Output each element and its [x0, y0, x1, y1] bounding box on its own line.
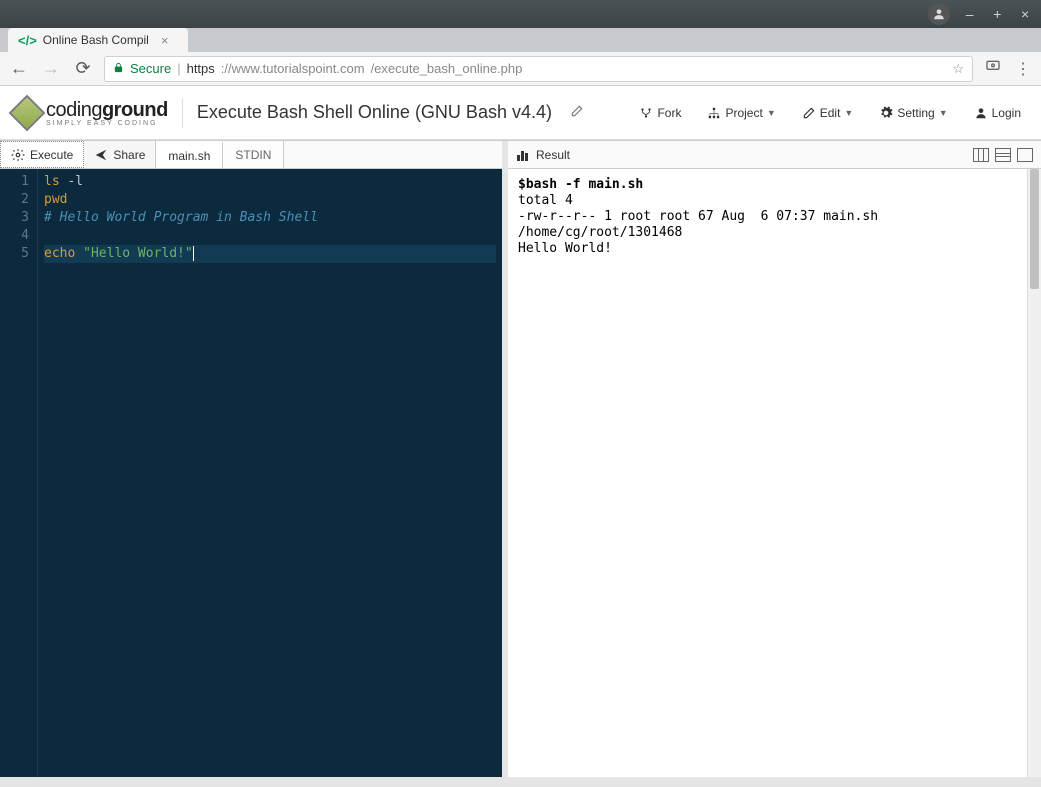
terminal-command: $bash -f main.sh — [518, 177, 1031, 193]
scrollbar[interactable] — [1027, 169, 1041, 777]
share-label: Share — [113, 148, 145, 162]
execute-label: Execute — [30, 148, 73, 162]
fork-label: Fork — [657, 106, 681, 120]
layout-controls — [973, 148, 1033, 162]
file-tab-label: main.sh — [168, 149, 210, 163]
main-area: Execute Share main.sh STDIN 12345 ls -lp… — [0, 140, 1041, 777]
url-separator: | — [177, 61, 180, 76]
bottom-strip — [0, 777, 1041, 787]
bookmark-star-icon[interactable]: ☆ — [952, 61, 964, 77]
browser-address-bar: ← → ⟳ Secure | https ://www.tutorialspoin… — [0, 52, 1041, 86]
url-host: ://www.tutorialspoint.com — [221, 61, 365, 76]
browser-tab-title: Online Bash Compil — [43, 33, 149, 47]
logo-text: codingground — [46, 99, 168, 121]
edit-dropdown[interactable]: Edit ▼ — [796, 102, 860, 124]
logo-subtitle: SIMPLY EASY CODING — [46, 120, 168, 127]
forward-button: → — [40, 58, 62, 80]
browser-tab[interactable]: </> Online Bash Compil × — [8, 28, 188, 52]
layout-rows-icon[interactable] — [995, 148, 1011, 162]
layout-columns-icon[interactable] — [973, 148, 989, 162]
login-label: Login — [992, 106, 1021, 120]
project-dropdown[interactable]: Project ▼ — [701, 102, 781, 124]
terminal-output[interactable]: $bash -f main.sh total 4 -rw-r--r-- 1 ro… — [508, 169, 1041, 777]
project-label: Project — [725, 106, 762, 120]
logo[interactable]: codingground SIMPLY EASY CODING — [14, 99, 168, 127]
user-icon — [974, 106, 988, 120]
secure-label: Secure — [130, 61, 171, 76]
browser-menu-icon[interactable]: ⋮ — [1013, 59, 1033, 79]
edit-icon — [802, 106, 816, 120]
window-minimize-button[interactable]: – — [962, 6, 978, 22]
bars-icon — [516, 149, 530, 161]
window-maximize-button[interactable]: + — [989, 6, 1005, 22]
file-tab-label: STDIN — [235, 148, 271, 162]
fork-button[interactable]: Fork — [633, 102, 687, 124]
url-protocol: https — [187, 61, 215, 76]
page-title: Execute Bash Shell Online (GNU Bash v4.4… — [197, 102, 552, 123]
terminal-stdout: total 4 -rw-r--r-- 1 root root 67 Aug 6 … — [518, 193, 1031, 257]
fork-icon — [639, 106, 653, 120]
caret-down-icon: ▼ — [767, 108, 776, 118]
site-favicon-icon: </> — [18, 33, 37, 48]
reload-button[interactable]: ⟳ — [72, 58, 94, 80]
caret-down-icon: ▼ — [939, 108, 948, 118]
gear-icon — [879, 106, 893, 120]
edit-title-icon[interactable] — [570, 104, 584, 121]
cast-icon[interactable] — [983, 58, 1003, 79]
user-avatar-icon[interactable] — [928, 3, 950, 25]
file-tab-main[interactable]: main.sh — [156, 141, 223, 168]
caret-down-icon: ▼ — [844, 108, 853, 118]
logo-cube-icon — [9, 94, 46, 131]
app-header: codingground SIMPLY EASY CODING Execute … — [0, 86, 1041, 140]
code-body[interactable]: ls -lpwd# Hello World Program in Bash Sh… — [38, 169, 502, 777]
window-close-button[interactable]: × — [1017, 6, 1033, 22]
browser-tab-strip: </> Online Bash Compil × — [0, 28, 1041, 52]
share-icon — [94, 148, 108, 162]
editor-pane: Execute Share main.sh STDIN 12345 ls -lp… — [0, 141, 508, 777]
layout-fullscreen-icon[interactable] — [1017, 148, 1033, 162]
back-button[interactable]: ← — [8, 58, 30, 80]
window-titlebar: – + × — [0, 0, 1041, 28]
result-toolbar: Result — [508, 141, 1041, 169]
url-input[interactable]: Secure | https ://www.tutorialspoint.com /… — [104, 56, 973, 82]
login-button[interactable]: Login — [968, 102, 1027, 124]
tab-close-icon[interactable]: × — [161, 33, 169, 48]
lock-icon — [113, 62, 124, 76]
edit-label: Edit — [820, 106, 841, 120]
result-label: Result — [536, 148, 570, 162]
setting-dropdown[interactable]: Setting ▼ — [873, 102, 953, 124]
share-button[interactable]: Share — [84, 141, 156, 168]
execute-button[interactable]: Execute — [0, 141, 84, 168]
result-pane: Result $bash -f main.sh total 4 -rw-r--r… — [508, 141, 1041, 777]
setting-label: Setting — [897, 106, 934, 120]
url-path: /execute_bash_online.php — [371, 61, 523, 76]
gear-run-icon — [11, 148, 25, 162]
sitemap-icon — [707, 106, 721, 120]
file-tab-stdin[interactable]: STDIN — [223, 141, 284, 168]
code-editor[interactable]: 12345 ls -lpwd# Hello World Program in B… — [0, 169, 502, 777]
scroll-thumb[interactable] — [1030, 169, 1039, 289]
line-gutter: 12345 — [0, 169, 38, 777]
header-divider — [182, 98, 183, 128]
editor-toolbar: Execute Share main.sh STDIN — [0, 141, 502, 169]
